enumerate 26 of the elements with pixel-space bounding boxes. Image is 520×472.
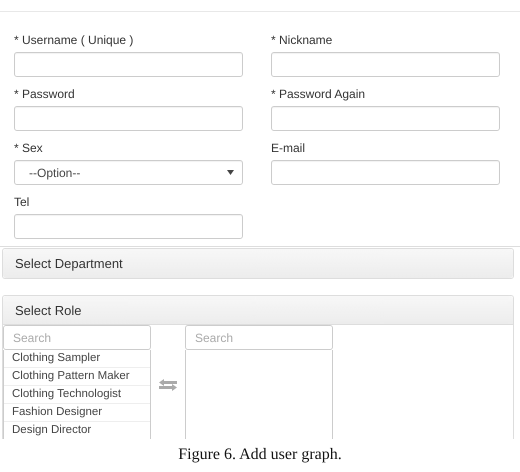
field-label: * Nickname: [271, 33, 332, 47]
swap-arrows-icon[interactable]: [159, 379, 177, 391]
field-label: * Username ( Unique ): [14, 33, 134, 47]
field-label: * Password: [14, 87, 75, 101]
search-field[interactable]: Search: [3, 325, 151, 350]
search-field[interactable]: Search: [185, 325, 333, 350]
caret-icon: [227, 170, 234, 175]
role-item[interactable]: Clothing Technologist: [4, 386, 150, 404]
input-field[interactable]: [271, 106, 500, 131]
field-label: * Sex: [14, 141, 43, 155]
figure-caption: Figure 6. Add user graph.: [178, 446, 342, 464]
role-item[interactable]: Design Director: [4, 422, 150, 439]
input-field[interactable]: [14, 106, 243, 131]
input-field[interactable]: [14, 214, 243, 239]
field-label: Tel: [14, 195, 30, 209]
field-label: * Password Again: [271, 87, 366, 101]
input-field[interactable]: [14, 52, 243, 77]
option-dropdown[interactable]: --Option--: [14, 160, 243, 185]
department-panel-header[interactable]: Select Department: [3, 249, 513, 278]
input-field[interactable]: [271, 160, 500, 185]
role-panel-header: Select Role: [3, 296, 513, 325]
role-item[interactable]: Fashion Designer: [4, 404, 150, 422]
field-label: E-mail: [271, 141, 306, 155]
role-item[interactable]: Clothing Pattern Maker: [4, 368, 150, 386]
role-item[interactable]: Clothing Sampler: [4, 350, 150, 368]
input-field[interactable]: [271, 52, 500, 77]
